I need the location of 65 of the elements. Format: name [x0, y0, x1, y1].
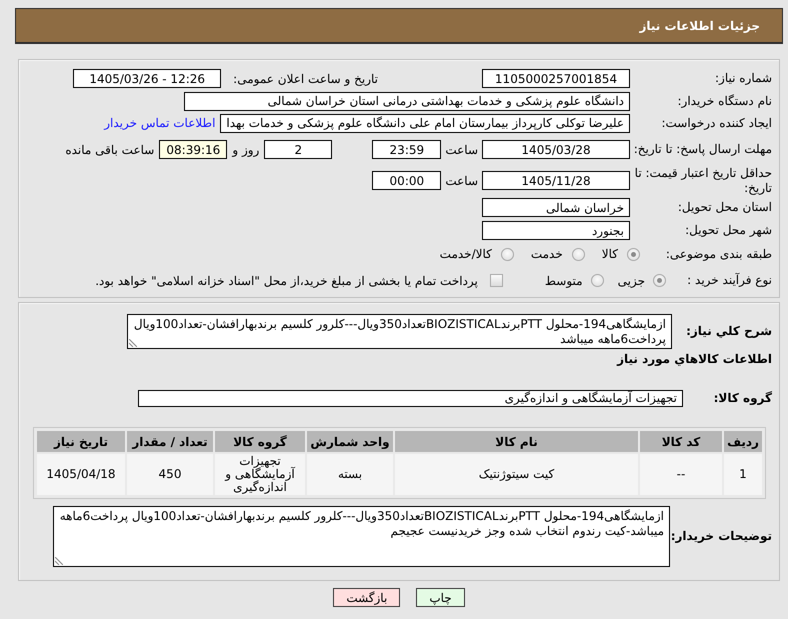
field-label: شهر محل تحویل:: [685, 223, 772, 237]
radio-label: متوسط: [544, 274, 583, 288]
section-heading: اطلاعات کالاهاي مورد نياز: [617, 351, 772, 367]
field-label: استان محل تحویل:: [678, 200, 772, 214]
radio-button[interactable]: [653, 274, 666, 287]
checkbox[interactable]: [490, 274, 503, 287]
column-header: واحد شمارش: [307, 431, 393, 452]
deadline-time-field[interactable]: 23:59: [372, 140, 442, 159]
deadline-date-field[interactable]: 1405/03/28: [482, 140, 630, 159]
validity-time-field[interactable]: 00:00: [372, 171, 442, 190]
remaining-days-field[interactable]: 2: [264, 140, 332, 159]
city-field[interactable]: بجنورد: [482, 221, 630, 240]
field-label: نام دستگاه خریدار:: [678, 94, 772, 108]
column-header: تعداد / مقدار: [127, 431, 213, 452]
checkbox-label: پرداخت تمام یا بخشی از مبلغ خرید،از محل "اسناد خزانه اسلامی" خواهد بود.: [95, 274, 478, 288]
resize-grip-icon[interactable]: [55, 557, 63, 565]
province-field[interactable]: خراسان شمالی: [482, 198, 630, 217]
table-cell: --: [640, 454, 722, 495]
description-field[interactable]: ازمایشگاهی194-محلول PTTبرندBIOZISTICALتعداد350ویال---کلرور کلسیم برندبهارافشان-تعداد100ویال پرداخت6ماهه میباشد: [127, 314, 672, 349]
radio-button[interactable]: [627, 248, 640, 260]
column-header: گروه کالا: [215, 431, 305, 452]
requester-field[interactable]: علیرضا توکلی کارپرداز بیمارستان امام علی دانشگاه علوم پزشکی و خدمات بهدا: [220, 114, 630, 132]
radio-button[interactable]: [500, 248, 514, 260]
radio-label: جزیی: [618, 274, 645, 288]
field-label: حداقل تاریخ اعتبار قیمت: تا تاریخ:: [634, 166, 772, 194]
need-number-field[interactable]: 1105000257001854: [482, 69, 630, 88]
back-button[interactable]: بازگشت: [333, 588, 400, 607]
announcement-date-field[interactable]: 1405/03/26 - 12:26: [73, 69, 222, 88]
field-label: نوع فرآیند خرید :: [687, 273, 772, 287]
radio-label: کالا: [602, 247, 618, 261]
table-cell: کیت سیتوژنتیک: [395, 454, 638, 495]
table-cell: بسته: [307, 454, 393, 495]
table-cell: 1405/04/18: [37, 454, 125, 495]
field-label: ساعت: [445, 174, 478, 188]
column-header: تاریخ نیاز: [37, 431, 125, 452]
resize-grip-icon[interactable]: [129, 339, 137, 347]
buyer-organization-field[interactable]: دانشگاه علوم پزشکی و خدمات بهداشتی درمانی استان خراسان شمالی: [184, 92, 630, 110]
remaining-time-field[interactable]: 08:39:16: [159, 140, 228, 159]
field-label: گروه کالا:: [714, 390, 772, 404]
radio-label: خدمت: [530, 247, 563, 261]
column-header: نام کالا: [395, 431, 638, 452]
column-header: کد کالا: [640, 431, 722, 452]
field-label: ساعت: [445, 142, 478, 156]
buyer-notes-field[interactable]: ازمایشگاهی194-محلول PTTبرندBIOZISTICALتعداد350ویال---کلرور کلسیم برندبهارافشان-تعداد100ویال پرداخت6ماهه میباشد-کیت رندوم انتخاب شده وجز خریدنیست عجیجم: [53, 506, 670, 567]
print-button[interactable]: چاپ: [416, 588, 465, 607]
radio-button[interactable]: [572, 248, 585, 260]
field-label: ایجاد کننده درخواست:: [661, 116, 772, 130]
field-label: شماره نیاز:: [715, 71, 772, 85]
page-title: جزئیات اطلاعات نیاز: [639, 18, 760, 32]
field-label: تاریخ و ساعت اعلان عمومی:: [233, 72, 378, 86]
buyer-contact-link[interactable]: اطلاعات تماس خریدار: [104, 116, 216, 130]
field-label: شرح کلي نياز:: [686, 324, 772, 338]
validity-date-field[interactable]: 1405/11/28: [482, 171, 630, 190]
field-label: ساعت باقی مانده: [65, 142, 154, 156]
field-label: مهلت ارسال پاسخ: تا تاریخ:: [634, 142, 772, 156]
table-cell: 1: [724, 454, 762, 495]
column-header: ردیف: [724, 431, 762, 452]
radio-label: کالا/خدمت: [440, 247, 492, 261]
radio-button[interactable]: [590, 274, 604, 287]
field-label: توضیحات خریدار:: [670, 529, 772, 543]
field-label: روز و: [232, 142, 260, 156]
goods-group-field[interactable]: تجهیزات آزمایشگاهی و اندازه‌گیری: [138, 390, 683, 406]
field-label: طبقه بندی موضوعی:: [666, 246, 772, 260]
table-cell: 450: [127, 454, 213, 495]
table-cell: تجهیزات آزمایشگاهی و اندازه‌گیری: [215, 454, 305, 495]
